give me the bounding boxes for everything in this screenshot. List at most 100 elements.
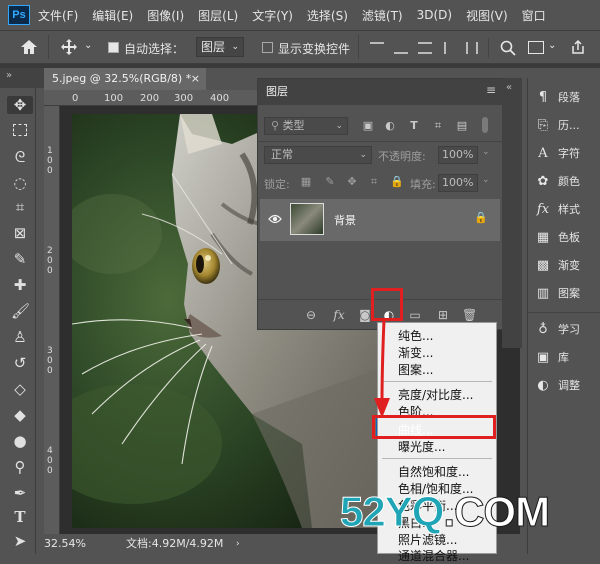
options-bar: ⌄ 自动选择： 图层 ⌄ 显示变换控件 ⌄ [0, 30, 600, 64]
menu-item-vibrance[interactable]: 自然饱和度... [398, 463, 469, 480]
new-layer-icon[interactable]: ⊞ [436, 308, 450, 322]
lock-artboard-icon[interactable]: ⌗ [368, 176, 380, 188]
dodge-tool-icon[interactable]: ⚲ [11, 458, 29, 476]
brush-tool-icon[interactable]: 🖌 [11, 302, 30, 320]
ruler-label: 0 [47, 266, 53, 276]
chevron-down-icon[interactable]: ⌄ [548, 40, 556, 51]
quick-select-tool-icon[interactable]: ◌ [11, 174, 29, 192]
path-select-tool-icon[interactable]: ➤ [11, 532, 29, 550]
panel-paragraph[interactable]: ¶ 段落 [534, 88, 580, 108]
lock-icon[interactable]: 🔒 [474, 211, 488, 224]
history-brush-tool-icon[interactable]: ↺ [11, 354, 29, 372]
eyedropper-tool-icon[interactable]: ✎ [11, 250, 29, 268]
menu-view[interactable]: 视图(V) [466, 7, 508, 24]
filter-toggle[interactable] [482, 117, 488, 133]
smart-object-filter-icon[interactable]: ▤ [456, 120, 468, 132]
workspace-icon[interactable] [528, 41, 544, 54]
frame-tool-icon[interactable]: ⊠ [11, 224, 29, 242]
panel-swatches[interactable]: ▦ 色板 [534, 228, 580, 248]
lock-image-icon[interactable]: ✎ [324, 176, 336, 188]
layer-mask-icon[interactable]: ◙ [358, 308, 372, 322]
eraser-tool-icon[interactable]: ◇ [11, 380, 29, 398]
close-icon[interactable]: × [191, 68, 200, 90]
menu-image[interactable]: 图像(I) [147, 7, 184, 24]
auto-select-checkbox[interactable] [108, 42, 119, 53]
blend-mode-dropdown[interactable]: 正常 ⌄ [264, 146, 372, 164]
eye-icon[interactable] [268, 213, 282, 225]
panel-learn[interactable]: ♁ 学习 [534, 320, 580, 340]
menu-file[interactable]: 文件(F) [38, 7, 78, 24]
panel-styles[interactable]: fx 样式 [534, 200, 580, 220]
menu-edit[interactable]: 编辑(E) [92, 7, 133, 24]
type-tool-icon[interactable]: T [11, 508, 29, 526]
menu-item-channel-mixer[interactable]: 通道混合器... [398, 547, 469, 564]
healing-brush-tool-icon[interactable]: ✚ [11, 276, 29, 294]
pen-tool-icon[interactable]: ✒ [11, 484, 29, 502]
layer-name[interactable]: 背景 [334, 212, 356, 228]
menu-type[interactable]: 文字(Y) [252, 7, 293, 24]
panel-history[interactable]: ⎘ 历... [534, 116, 580, 136]
type-filter-icon[interactable]: T [408, 120, 420, 132]
blur-tool-icon[interactable]: ● [11, 432, 29, 450]
filter-kind-dropdown[interactable]: ⚲ 类型 ⌄ [264, 117, 348, 135]
auto-select-dropdown[interactable]: 图层 ⌄ [196, 37, 244, 57]
panel-menu-icon[interactable]: ≡ [486, 83, 496, 97]
align-left-icon[interactable] [444, 42, 456, 54]
menu-filter[interactable]: 滤镜(T) [362, 7, 403, 24]
marquee-tool-icon[interactable] [11, 122, 29, 140]
chevron-down-icon[interactable]: ⌄ [482, 147, 490, 157]
collapse-icon[interactable]: » [6, 70, 12, 81]
adjustment-filter-icon[interactable]: ◐ [384, 120, 396, 132]
link-layers-icon[interactable]: ⊖ [304, 308, 318, 322]
move-tool-icon[interactable]: ✥ [7, 96, 33, 114]
panel-label: 样式 [558, 203, 580, 216]
collapse-icon[interactable]: « [506, 82, 512, 93]
lasso-tool-icon[interactable]: ᘓ [11, 148, 29, 166]
menu-select[interactable]: 选择(S) [307, 7, 348, 24]
layer-thumbnail [290, 203, 324, 235]
lock-transparent-icon[interactable]: ▦ [300, 176, 312, 188]
panel-patterns[interactable]: ▥ 图案 [534, 284, 580, 304]
layer-style-icon[interactable]: fx [332, 308, 346, 322]
panel-character[interactable]: A 字符 [534, 144, 580, 164]
align-bottom-icon[interactable] [418, 42, 432, 54]
align-middle-icon[interactable] [394, 42, 408, 54]
chevron-down-icon[interactable]: ⌄ [482, 175, 490, 185]
align-top-icon[interactable] [370, 42, 384, 54]
home-icon[interactable] [20, 39, 38, 55]
menu-layer[interactable]: 图层(L) [198, 7, 238, 24]
menu-item-pattern[interactable]: 图案... [398, 361, 433, 378]
trash-icon[interactable]: 🗑 [462, 308, 477, 322]
search-icon[interactable] [500, 40, 516, 56]
clone-stamp-tool-icon[interactable]: ♙ [11, 328, 29, 346]
chevron-right-icon[interactable]: › [236, 534, 240, 554]
menu-item-solid-color[interactable]: 纯色... [398, 327, 433, 344]
panel-color[interactable]: ✿ 颜色 [534, 172, 580, 192]
panel-libraries[interactable]: ▣ 库 [534, 348, 569, 368]
shape-filter-icon[interactable]: ⌗ [432, 120, 444, 132]
new-group-icon[interactable]: ▭ [408, 308, 422, 322]
lock-position-icon[interactable]: ✥ [346, 176, 358, 188]
lock-all-icon[interactable]: 🔒 [390, 176, 404, 188]
layer-row-background[interactable]: 背景 🔒 [260, 199, 500, 241]
share-icon[interactable] [570, 39, 586, 55]
menu-item-exposure[interactable]: 曝光度... [398, 438, 445, 455]
panel-adjustments[interactable]: ◐ 调整 [534, 376, 580, 396]
show-transform-checkbox[interactable] [262, 42, 273, 53]
menu-item-brightness-contrast[interactable]: 亮度/对比度... [398, 386, 474, 403]
move-tool-icon[interactable] [60, 38, 78, 56]
opacity-field[interactable]: 100% [438, 146, 478, 164]
crop-tool-icon[interactable]: ⌗ [11, 198, 29, 216]
menu-item-gradient[interactable]: 渐变... [398, 344, 433, 361]
menu-window[interactable]: 窗口 [522, 7, 546, 24]
menu-3d[interactable]: 3D(D) [417, 8, 452, 22]
panel-gradients[interactable]: ▩ 渐变 [534, 256, 580, 276]
zoom-level[interactable]: 32.54% [44, 534, 86, 554]
chevron-down-icon[interactable]: ⌄ [84, 40, 92, 51]
layers-panel-title[interactable]: 图层 [266, 79, 288, 105]
paint-bucket-tool-icon[interactable]: ◆ [11, 406, 29, 424]
document-tab[interactable]: 5.jpeg @ 32.5%(RGB/8) * × [44, 68, 206, 90]
align-center-icon[interactable] [466, 42, 478, 54]
fill-field[interactable]: 100% [438, 174, 478, 192]
image-filter-icon[interactable]: ▣ [362, 120, 374, 132]
